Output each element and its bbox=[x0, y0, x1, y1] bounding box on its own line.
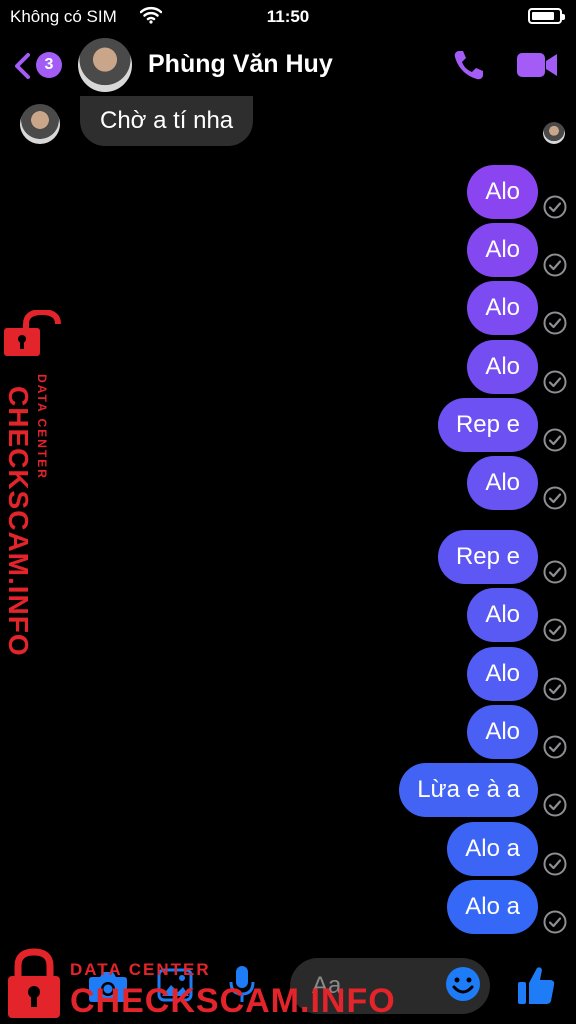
emoji-icon[interactable] bbox=[445, 966, 481, 1002]
watermark-subtitle: DATA CENTER bbox=[70, 960, 211, 979]
battery-fill bbox=[532, 12, 555, 20]
watermark-subtitle: DATA CENTER bbox=[35, 374, 49, 480]
delivered-check-icon bbox=[543, 852, 567, 876]
contact-name[interactable]: Phùng Văn Huy bbox=[148, 50, 333, 79]
outgoing-message[interactable]: Alo bbox=[467, 281, 538, 335]
video-call-icon[interactable] bbox=[516, 50, 558, 80]
delivered-check-icon bbox=[543, 486, 567, 510]
delivered-check-icon bbox=[543, 793, 567, 817]
clock: 11:50 bbox=[266, 7, 310, 26]
lock-icon bbox=[8, 948, 60, 1018]
outgoing-message[interactable]: Rep e bbox=[437, 398, 538, 452]
outgoing-message[interactable]: Alo bbox=[467, 647, 538, 701]
contact-avatar[interactable] bbox=[78, 38, 132, 92]
unread-badge: 3 bbox=[36, 52, 62, 78]
outgoing-message[interactable]: Alo bbox=[467, 456, 538, 510]
watermark-side: DATA CENTER CHECKSCAM.INFO bbox=[2, 310, 68, 657]
chat-header: 3 Phùng Văn Huy bbox=[0, 34, 576, 96]
watermark-brand: CHECKSCAM.INFO bbox=[70, 982, 396, 1020]
delivered-check-icon bbox=[543, 618, 567, 642]
outgoing-message[interactable]: Alo bbox=[467, 223, 538, 277]
battery-nub bbox=[562, 14, 565, 20]
back-button[interactable]: 3 bbox=[12, 48, 64, 82]
delivered-check-icon bbox=[543, 253, 567, 277]
delivered-check-icon bbox=[543, 195, 567, 219]
delivered-check-icon bbox=[543, 910, 567, 934]
chevron-left-icon bbox=[15, 53, 30, 79]
delivered-check-icon bbox=[543, 311, 567, 335]
outgoing-message[interactable]: Rep e bbox=[437, 530, 538, 584]
battery-icon bbox=[528, 8, 565, 24]
outgoing-message[interactable]: Alo bbox=[467, 340, 538, 394]
watermark-brand: CHECKSCAM.INFO bbox=[3, 386, 34, 657]
outgoing-message[interactable]: Alo bbox=[467, 165, 538, 219]
outgoing-message[interactable]: Alo a bbox=[447, 880, 538, 934]
outgoing-message[interactable]: Alo bbox=[467, 588, 538, 642]
delivered-check-icon bbox=[543, 560, 567, 584]
incoming-message[interactable]: Chờ a tí nha bbox=[80, 96, 254, 146]
delivered-check-icon bbox=[543, 370, 567, 394]
phone-icon[interactable] bbox=[452, 48, 488, 82]
outgoing-message[interactable]: Lừa e à a bbox=[399, 763, 538, 817]
seen-avatar bbox=[543, 122, 565, 144]
outgoing-message[interactable]: Alo bbox=[467, 705, 538, 759]
status-bar: Không có SIM 11:50 bbox=[0, 0, 576, 34]
delivered-check-icon bbox=[543, 428, 567, 452]
outgoing-message[interactable]: Alo a bbox=[447, 822, 538, 876]
lock-icon bbox=[4, 310, 61, 356]
delivered-check-icon bbox=[543, 735, 567, 759]
delivered-check-icon bbox=[543, 677, 567, 701]
sender-avatar[interactable] bbox=[20, 104, 60, 144]
thumbs-up-icon[interactable] bbox=[516, 964, 556, 1006]
